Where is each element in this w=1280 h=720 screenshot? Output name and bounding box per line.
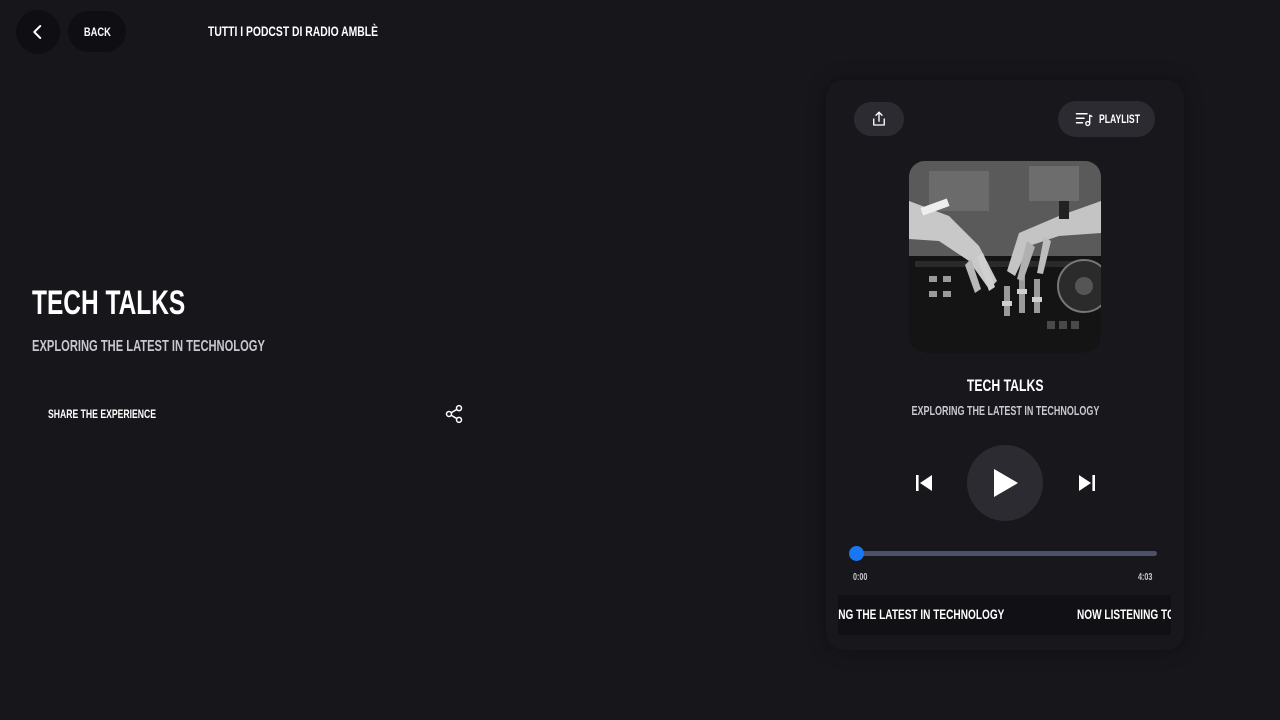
ticker-prefix: NOW LISTENING TO: <box>1077 606 1171 622</box>
podcast-title: TECH TALKS <box>32 284 186 322</box>
back-button-label: BACK <box>83 24 111 39</box>
track-subtitle: EXPLORING THE LATEST IN TECHNOLOGY <box>911 404 1099 418</box>
chevron-left-icon <box>33 25 42 39</box>
time-total: 4:03 <box>1138 572 1153 583</box>
skip-next-icon[interactable] <box>1075 471 1099 495</box>
time-current: 0:00 <box>853 572 868 583</box>
progress-knob[interactable] <box>849 546 864 561</box>
play-button[interactable] <box>967 445 1043 521</box>
share-button[interactable] <box>854 102 904 136</box>
podcast-cover-image <box>909 161 1101 353</box>
playlist-label: PLAYLIST <box>1098 112 1140 126</box>
playlist-button[interactable]: PLAYLIST <box>1058 101 1155 137</box>
back-icon-button[interactable] <box>16 10 60 54</box>
now-playing-ticker: EXPLORING THE LATEST IN TECHNOLOGY NOW L… <box>838 595 1171 635</box>
ticker-text: EXPLORING THE LATEST IN TECHNOLOGY <box>838 606 1005 622</box>
progress-slider[interactable] <box>849 546 1157 561</box>
track-title: TECH TALKS <box>966 376 1044 395</box>
share-nodes-icon <box>445 404 463 424</box>
share-experience-label: SHARE THE EXPERIENCE <box>48 407 157 421</box>
playlist-icon <box>1075 113 1093 127</box>
play-icon <box>994 469 1018 497</box>
skip-previous-icon[interactable] <box>912 471 936 495</box>
back-button[interactable]: BACK <box>68 11 126 52</box>
podcast-subtitle: EXPLORING THE LATEST IN TECHNOLOGY <box>32 338 265 355</box>
share-experience-button[interactable]: SHARE THE EXPERIENCE <box>32 396 472 432</box>
player-card: PLAYLIST TECH TALKS EXPLORING THE LATEST… <box>826 80 1184 650</box>
page-title: TUTTI I PODCST DI RADIO AMBLÈ <box>208 23 378 39</box>
upload-icon <box>873 111 885 126</box>
